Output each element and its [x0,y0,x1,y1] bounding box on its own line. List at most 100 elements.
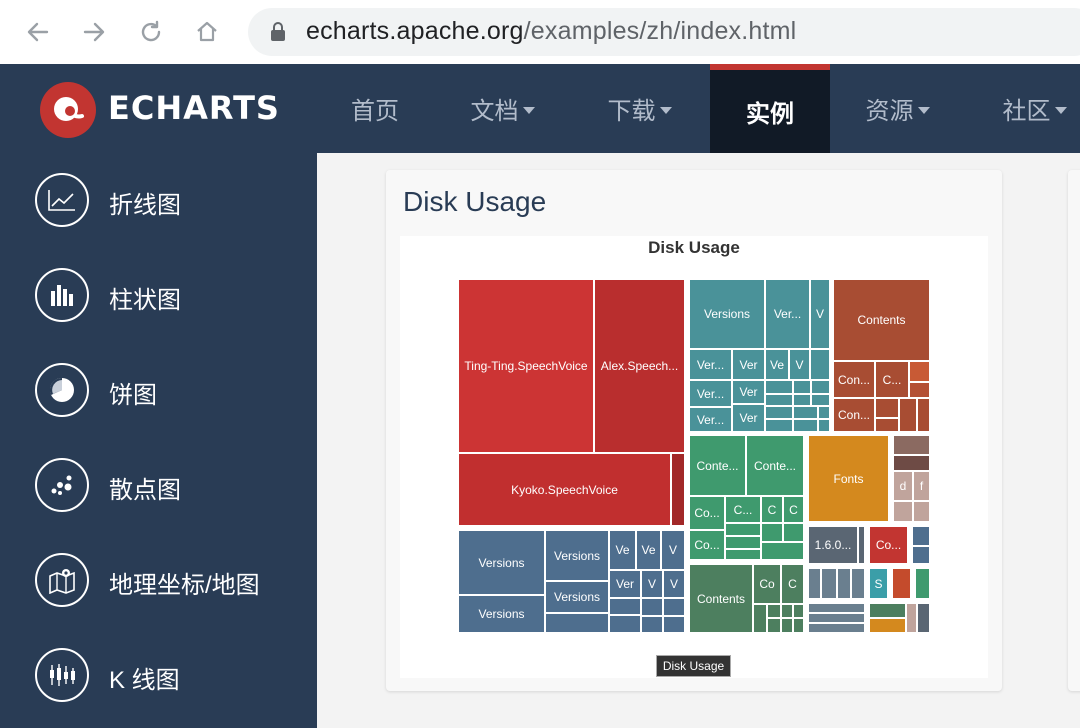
treemap-node[interactable] [869,618,906,633]
treemap-node[interactable] [761,542,804,560]
treemap-node[interactable] [765,394,793,406]
treemap-node[interactable] [851,568,865,599]
treemap-node[interactable]: Ver [732,380,765,404]
forward-button[interactable] [78,16,110,48]
treemap-node[interactable] [767,618,781,633]
nav-home[interactable]: 首页 [330,64,420,153]
treemap-node[interactable]: V [641,570,663,598]
treemap-node[interactable]: V [810,279,830,349]
treemap-node[interactable] [725,523,761,536]
back-button[interactable] [22,16,54,48]
treemap-node[interactable]: Versions [545,581,609,613]
treemap-node[interactable] [909,361,930,382]
treemap-node[interactable] [641,616,663,633]
treemap-node[interactable]: Ting-Ting.SpeechVoice [458,279,594,453]
reload-button[interactable] [135,16,167,48]
treemap-node[interactable] [899,398,917,432]
treemap-node[interactable] [793,380,811,394]
sidebar-item-scatter[interactable]: 散点图 [0,438,317,533]
treemap-node[interactable] [808,568,821,599]
treemap-node[interactable]: Versions [458,595,545,633]
treemap-node[interactable] [821,568,837,599]
treemap-node[interactable] [609,598,641,615]
treemap-node[interactable]: C... [875,361,909,398]
treemap-node[interactable] [906,603,917,633]
treemap-node[interactable] [545,613,609,633]
treemap-node[interactable] [641,598,663,616]
treemap-node[interactable] [915,568,930,599]
treemap-node[interactable] [869,603,906,618]
treemap-node[interactable]: Ver... [689,407,732,432]
treemap-node[interactable]: Conte... [689,435,746,496]
treemap-node[interactable]: Ve [765,349,789,380]
treemap-node[interactable] [767,604,781,618]
treemap-node[interactable] [810,349,830,380]
treemap-node[interactable]: V [661,530,685,570]
treemap-node[interactable]: C... [725,496,761,523]
treemap-node[interactable] [753,604,767,633]
treemap-node[interactable] [913,501,930,522]
treemap-node[interactable] [781,618,793,633]
treemap-node[interactable]: Ve [609,530,636,570]
treemap-node[interactable] [671,453,685,526]
treemap-node[interactable] [912,546,930,564]
treemap-node[interactable] [761,523,783,542]
treemap-node[interactable] [837,568,851,599]
treemap-node[interactable]: Versions [689,279,765,349]
treemap-node[interactable]: C [781,564,804,604]
treemap-node[interactable]: Ver... [765,279,810,349]
example-title[interactable]: Disk Usage [403,186,546,218]
nav-resources[interactable]: 资源 [850,64,945,153]
treemap-node[interactable]: Contents [689,564,753,633]
treemap-node[interactable]: V [789,349,810,380]
home-button[interactable] [191,16,223,48]
treemap-node[interactable] [793,419,818,432]
treemap-node[interactable] [912,526,930,546]
sidebar-item-pie[interactable]: 饼图 [0,343,317,438]
treemap-node[interactable]: Co... [689,496,725,530]
treemap-node[interactable] [808,623,865,633]
treemap-node[interactable] [893,501,913,522]
treemap-breadcrumb[interactable]: Disk Usage [656,655,731,677]
nav-download[interactable]: 下载 [592,64,687,153]
treemap-node[interactable] [875,398,899,418]
treemap-node[interactable] [858,526,865,564]
url-text[interactable]: echarts.apache.org/examples/zh/index.htm… [306,17,796,46]
treemap-node[interactable] [765,406,793,419]
treemap-node[interactable] [725,536,761,549]
sidebar-item-line[interactable]: 折线图 [0,153,317,248]
treemap-node[interactable]: Co [753,564,781,604]
treemap-node[interactable]: C [783,496,804,523]
treemap-node[interactable]: Ve [636,530,661,570]
sidebar-item-bar[interactable]: 柱状图 [0,248,317,343]
treemap-node[interactable]: Ver... [689,380,732,407]
treemap-node[interactable] [793,394,811,406]
brand-name[interactable]: ECHARTS [108,89,280,127]
treemap-node[interactable]: Versions [545,530,609,581]
treemap-node[interactable] [808,603,865,613]
treemap-node[interactable] [811,394,830,406]
treemap-node[interactable]: Con... [833,361,875,398]
treemap-node[interactable] [793,406,818,419]
nav-examples[interactable]: 实例 [710,64,830,153]
treemap-node[interactable]: Ver... [689,349,732,380]
nav-docs[interactable]: 文档 [455,64,550,153]
treemap-node[interactable]: Kyoko.SpeechVoice [458,453,671,526]
treemap-node[interactable]: Ver [732,349,765,380]
echarts-logo-icon[interactable] [40,82,96,138]
treemap-node[interactable] [725,549,761,560]
treemap-node[interactable] [663,616,685,633]
treemap-node[interactable]: Contents [833,279,930,361]
treemap-node[interactable] [893,455,930,471]
treemap-node[interactable] [793,604,804,618]
sidebar-item-map[interactable]: 地理坐标/地图 [0,533,317,628]
treemap-node[interactable] [663,598,685,616]
treemap-node[interactable] [893,435,930,455]
treemap-node[interactable]: Alex.Speech... [594,279,685,453]
treemap-node[interactable] [818,406,830,419]
treemap-node[interactable]: Ver [732,404,765,432]
sidebar-item-candlestick[interactable]: K 线图 [0,628,317,723]
treemap-node[interactable] [781,604,793,618]
treemap-node[interactable] [765,419,793,432]
treemap-node[interactable] [818,419,830,432]
